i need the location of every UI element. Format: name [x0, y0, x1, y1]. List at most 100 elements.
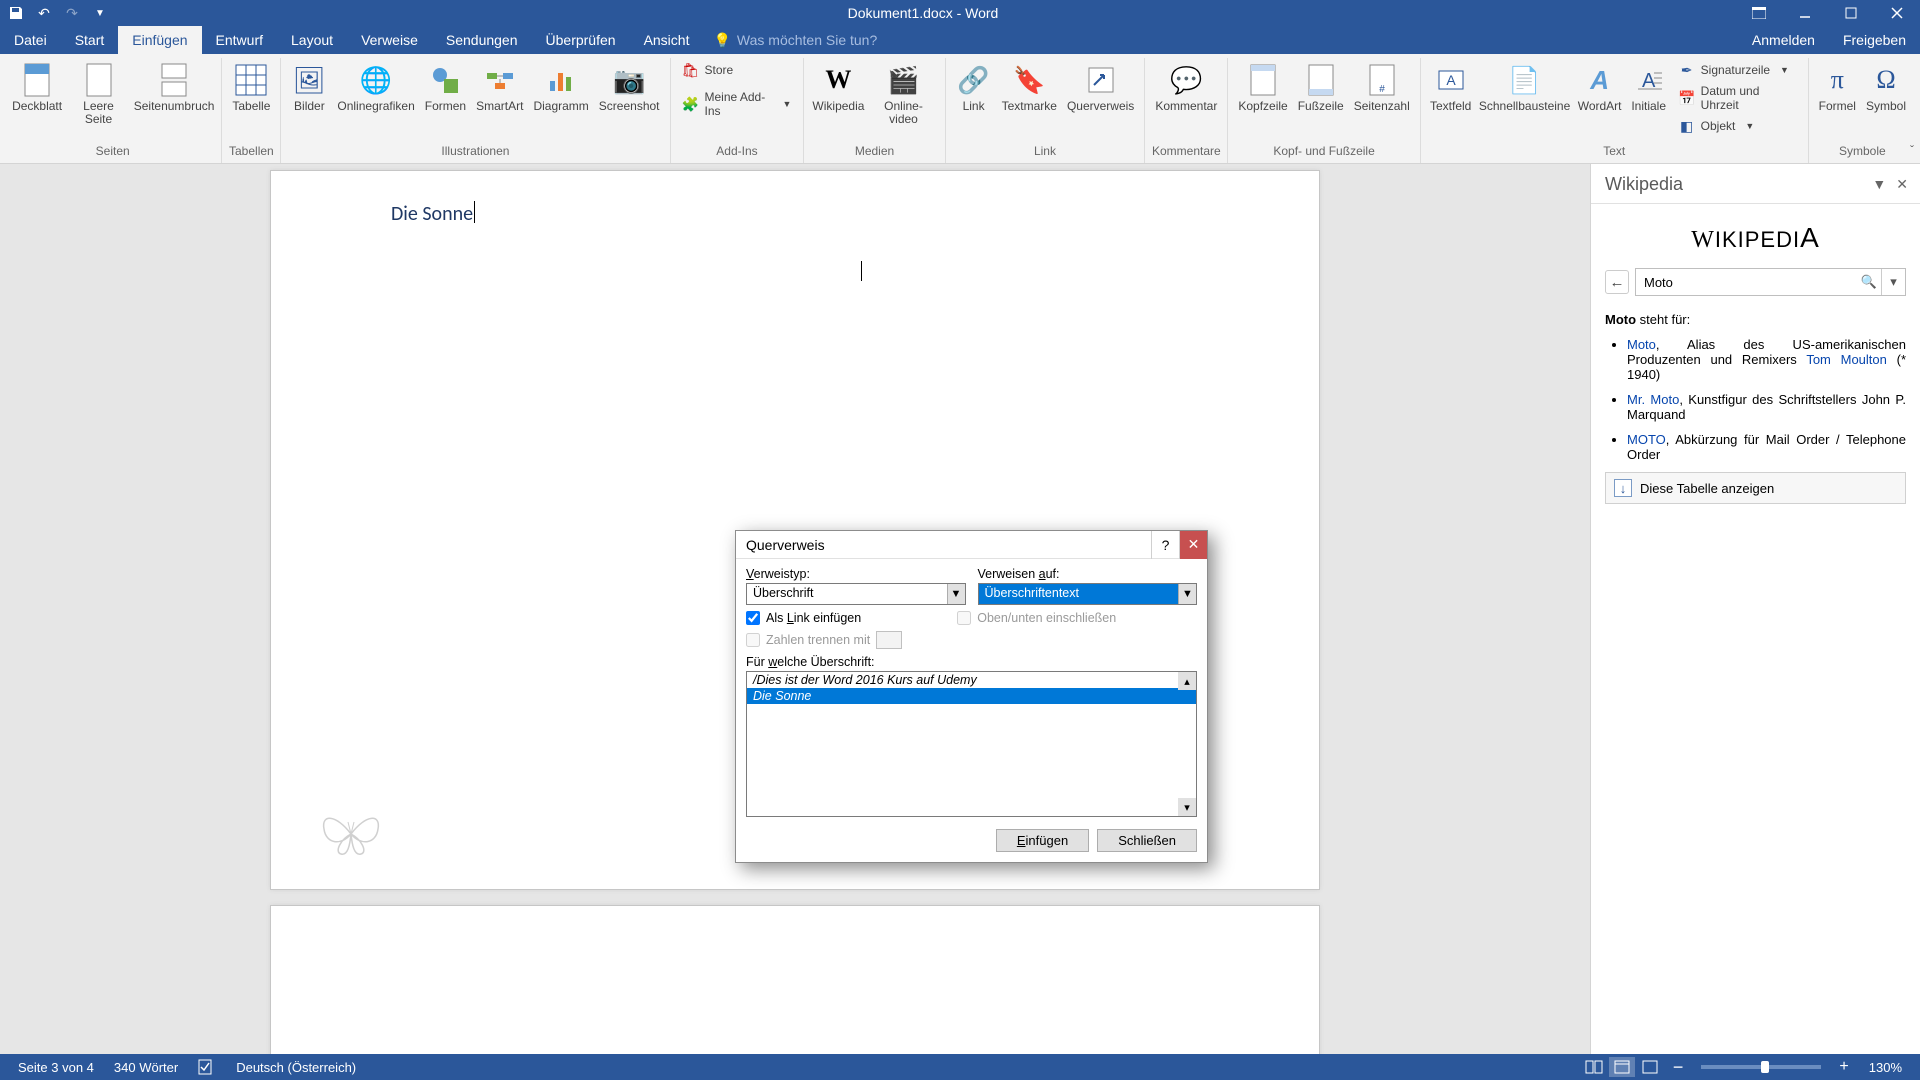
- listbox-scroll-up[interactable]: ▴: [1178, 672, 1196, 690]
- listbox-item-1[interactable]: Die Sonne: [747, 688, 1196, 704]
- tab-start[interactable]: Start: [61, 26, 119, 54]
- screenshot-button[interactable]: 📷Screenshot: [595, 60, 664, 115]
- wikipedia-button[interactable]: WWikipedia: [810, 60, 866, 115]
- tell-me-search[interactable]: 💡 Was möchten Sie tun?: [703, 26, 887, 54]
- objekt-button[interactable]: ◧Objekt▼: [1673, 116, 1802, 136]
- group-medien: WWikipedia 🎬Online-video Medien: [804, 58, 945, 163]
- fusszeile-button[interactable]: Fußzeile: [1294, 60, 1348, 115]
- textfeld-button[interactable]: ATextfeld: [1427, 60, 1475, 115]
- redo-button[interactable]: ↷: [62, 3, 82, 23]
- textmarke-button[interactable]: 🔖Textmarke: [998, 60, 1061, 115]
- pane-dropdown[interactable]: ▼: [1872, 176, 1886, 193]
- initiale-button[interactable]: AInitiale: [1627, 60, 1671, 115]
- view-read-mode[interactable]: [1581, 1057, 1607, 1077]
- tab-file[interactable]: Datei: [0, 26, 61, 54]
- zoom-level[interactable]: 130%: [1859, 1060, 1912, 1075]
- chevron-down-icon: ▼: [1780, 65, 1789, 75]
- zoom-in-button[interactable]: +: [1829, 1058, 1858, 1076]
- zoom-slider[interactable]: [1701, 1065, 1821, 1069]
- wiki-show-table-button[interactable]: ↓ Diese Tabelle anzeigen: [1605, 472, 1906, 504]
- diagramm-button[interactable]: Diagramm: [529, 60, 592, 115]
- tab-design[interactable]: Entwurf: [202, 26, 277, 54]
- view-print-layout[interactable]: [1609, 1057, 1635, 1077]
- headings-listbox[interactable]: /Dies ist der Word 2016 Kurs auf Udemy D…: [746, 671, 1197, 817]
- signin-button[interactable]: Anmelden: [1738, 26, 1829, 54]
- onlinevideo-button[interactable]: 🎬Online-video: [868, 60, 938, 128]
- verweisen-dropdown-button[interactable]: ▼: [1178, 584, 1196, 604]
- verweistyp-dropdown-button[interactable]: ▼: [947, 584, 965, 604]
- wiki-link-0[interactable]: Moto: [1627, 337, 1656, 352]
- deckblatt-button[interactable]: Deckblatt: [10, 60, 64, 115]
- querverweis-button[interactable]: Querverweis: [1063, 60, 1138, 115]
- minimize-button[interactable]: [1782, 0, 1828, 26]
- kopfzeile-button[interactable]: Kopfzeile: [1234, 60, 1291, 115]
- symbol-button[interactable]: ΩSymbol: [1862, 60, 1910, 115]
- formel-button[interactable]: πFormel: [1815, 60, 1860, 115]
- status-page[interactable]: Seite 3 von 4: [8, 1060, 104, 1075]
- dialog-close-button[interactable]: ✕: [1179, 531, 1207, 559]
- view-web-layout[interactable]: [1637, 1057, 1663, 1077]
- status-language[interactable]: Deutsch (Österreich): [226, 1060, 366, 1075]
- onlinegrafiken-button[interactable]: 🌐Onlinegrafiken: [333, 60, 418, 115]
- als-link-checkbox[interactable]: Als Link einfügen: [746, 611, 861, 625]
- als-link-input[interactable]: [746, 611, 760, 625]
- seitenumbruch-button[interactable]: Seitenumbruch: [133, 60, 216, 115]
- dialog-help-button[interactable]: ?: [1151, 531, 1179, 559]
- formen-button[interactable]: Formen: [421, 60, 470, 115]
- seitenzahl-button[interactable]: #Seitenzahl: [1350, 60, 1414, 115]
- maximize-button[interactable]: [1828, 0, 1874, 26]
- querverweis-label: Querverweis: [1067, 100, 1134, 113]
- document-area[interactable]: Die Sonne Querverweis ? ✕: [0, 164, 1590, 1054]
- kommentar-button[interactable]: 💬Kommentar: [1151, 60, 1221, 115]
- ribbon-display-options-button[interactable]: [1736, 0, 1782, 26]
- wiki-search-input[interactable]: [1636, 269, 1857, 295]
- oben-unten-input: [957, 611, 971, 625]
- listbox-scroll-down[interactable]: ▾: [1178, 798, 1196, 816]
- verweisen-label: Verweisen auf:: [978, 567, 1198, 581]
- tab-references[interactable]: Verweise: [347, 26, 432, 54]
- verweistyp-select[interactable]: Überschrift ▼: [746, 583, 966, 605]
- page-next[interactable]: [270, 905, 1320, 1054]
- wiki-search-button[interactable]: 🔍: [1857, 269, 1881, 295]
- status-spell-icon[interactable]: [188, 1059, 226, 1075]
- dialog-cancel-button[interactable]: Schließen: [1097, 829, 1197, 852]
- tab-review[interactable]: Überprüfen: [532, 26, 630, 54]
- wiki-search-box[interactable]: 🔍 ▾: [1635, 268, 1906, 296]
- wiki-link-2[interactable]: MOTO: [1627, 432, 1666, 447]
- dialog-titlebar[interactable]: Querverweis ? ✕: [736, 531, 1207, 559]
- dialog-insert-button[interactable]: Einfügen: [996, 829, 1089, 852]
- tabelle-button[interactable]: Tabelle: [228, 60, 274, 115]
- wiki-link-1[interactable]: Mr. Moto: [1627, 392, 1679, 407]
- listbox-item-0[interactable]: /Dies ist der Word 2016 Kurs auf Udemy: [747, 672, 1196, 688]
- zoom-thumb[interactable]: [1761, 1061, 1769, 1073]
- link-button[interactable]: 🔗Link: [952, 60, 996, 115]
- meine-addins-button[interactable]: 🧩Meine Add-Ins▼: [677, 88, 798, 120]
- wiki-back-button[interactable]: ←: [1605, 270, 1629, 294]
- leere-seite-button[interactable]: Leere Seite: [66, 60, 131, 128]
- collapse-ribbon-button[interactable]: ˇ: [1910, 143, 1914, 157]
- bilder-button[interactable]: 🖼Bilder: [287, 60, 331, 115]
- tab-mailings[interactable]: Sendungen: [432, 26, 532, 54]
- tab-view[interactable]: Ansicht: [630, 26, 704, 54]
- store-button[interactable]: 🛍Store: [677, 60, 798, 80]
- wiki-link-0b[interactable]: Tom Moulton: [1806, 352, 1887, 367]
- save-button[interactable]: [6, 3, 26, 23]
- tab-layout[interactable]: Layout: [277, 26, 347, 54]
- qat-dropdown[interactable]: ▼: [90, 3, 110, 23]
- tab-insert[interactable]: Einfügen: [118, 26, 201, 54]
- butterfly-watermark: [316, 804, 386, 859]
- zoom-out-button[interactable]: −: [1663, 1057, 1694, 1078]
- verweisen-select[interactable]: Überschriftentext ▼: [978, 583, 1198, 605]
- pane-close-button[interactable]: ✕: [1896, 176, 1908, 193]
- schnellbausteine-button[interactable]: 📄Schnellbausteine: [1477, 60, 1573, 115]
- datum-button[interactable]: 📅Datum und Uhrzeit: [1673, 82, 1802, 114]
- close-button[interactable]: [1874, 0, 1920, 26]
- signatur-button[interactable]: ✒Signaturzeile▼: [1673, 60, 1802, 80]
- smartart-button[interactable]: SmartArt: [472, 60, 527, 115]
- status-words[interactable]: 340 Wörter: [104, 1060, 188, 1075]
- group-kommentare-label: Kommentare: [1151, 142, 1221, 161]
- wiki-search-dropdown[interactable]: ▾: [1881, 269, 1905, 295]
- wordart-button[interactable]: AWordArt: [1575, 60, 1625, 115]
- undo-button[interactable]: ↶: [34, 3, 54, 23]
- share-button[interactable]: Freigeben: [1829, 26, 1920, 54]
